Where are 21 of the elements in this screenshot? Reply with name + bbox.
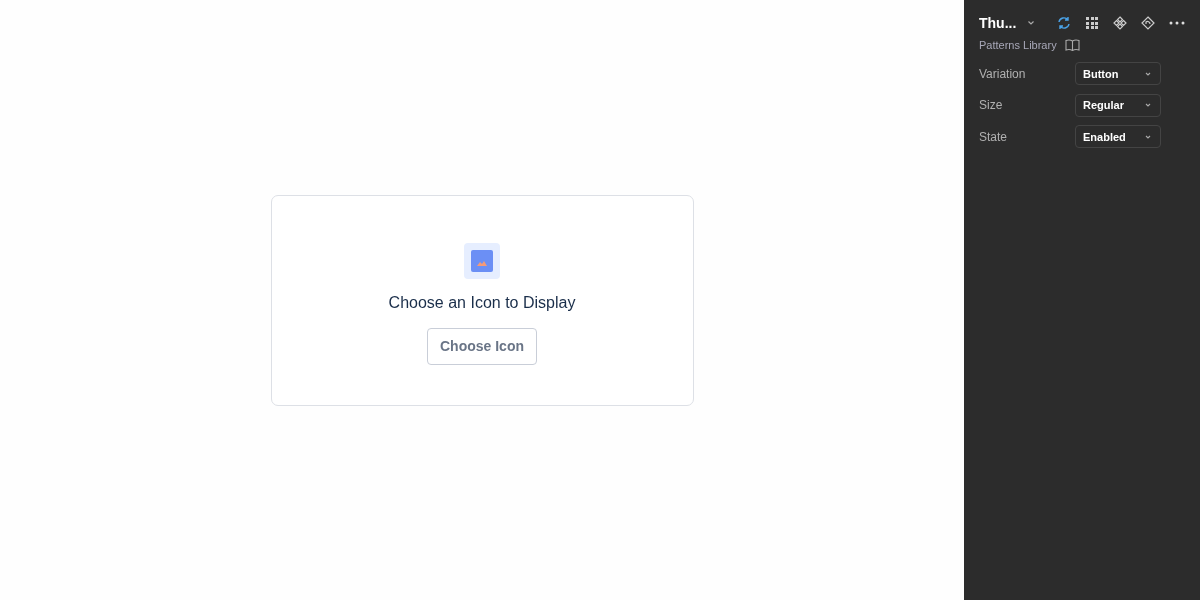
choose-icon-button[interactable]: Choose Icon: [427, 327, 537, 365]
sync-icon[interactable]: [1057, 16, 1071, 30]
chevron-down-icon: [1144, 102, 1152, 108]
chevron-down-icon: [1144, 70, 1152, 77]
property-label: Variation: [979, 66, 1027, 81]
chevron-down-icon[interactable]: [1027, 20, 1036, 26]
book-icon[interactable]: [1064, 39, 1080, 51]
library-link[interactable]: Patterns Library: [979, 39, 1057, 51]
grid-icon[interactable]: [1085, 16, 1099, 30]
card-heading: Choose an Icon to Display: [388, 293, 576, 312]
chevron-down-icon: [1144, 133, 1152, 140]
more-icon[interactable]: [1169, 21, 1185, 25]
property-label: Size: [979, 98, 1004, 112]
detach-icon[interactable]: [1141, 16, 1155, 30]
property-dropdown[interactable]: Button: [1075, 62, 1161, 85]
component-title: Thu...: [979, 15, 1017, 31]
image-icon: [464, 242, 500, 279]
component-icon[interactable]: [1113, 16, 1127, 30]
property-dropdown[interactable]: Regular: [1075, 93, 1161, 117]
property-label: State: [979, 129, 1009, 144]
property-dropdown[interactable]: Enabled: [1075, 125, 1161, 148]
